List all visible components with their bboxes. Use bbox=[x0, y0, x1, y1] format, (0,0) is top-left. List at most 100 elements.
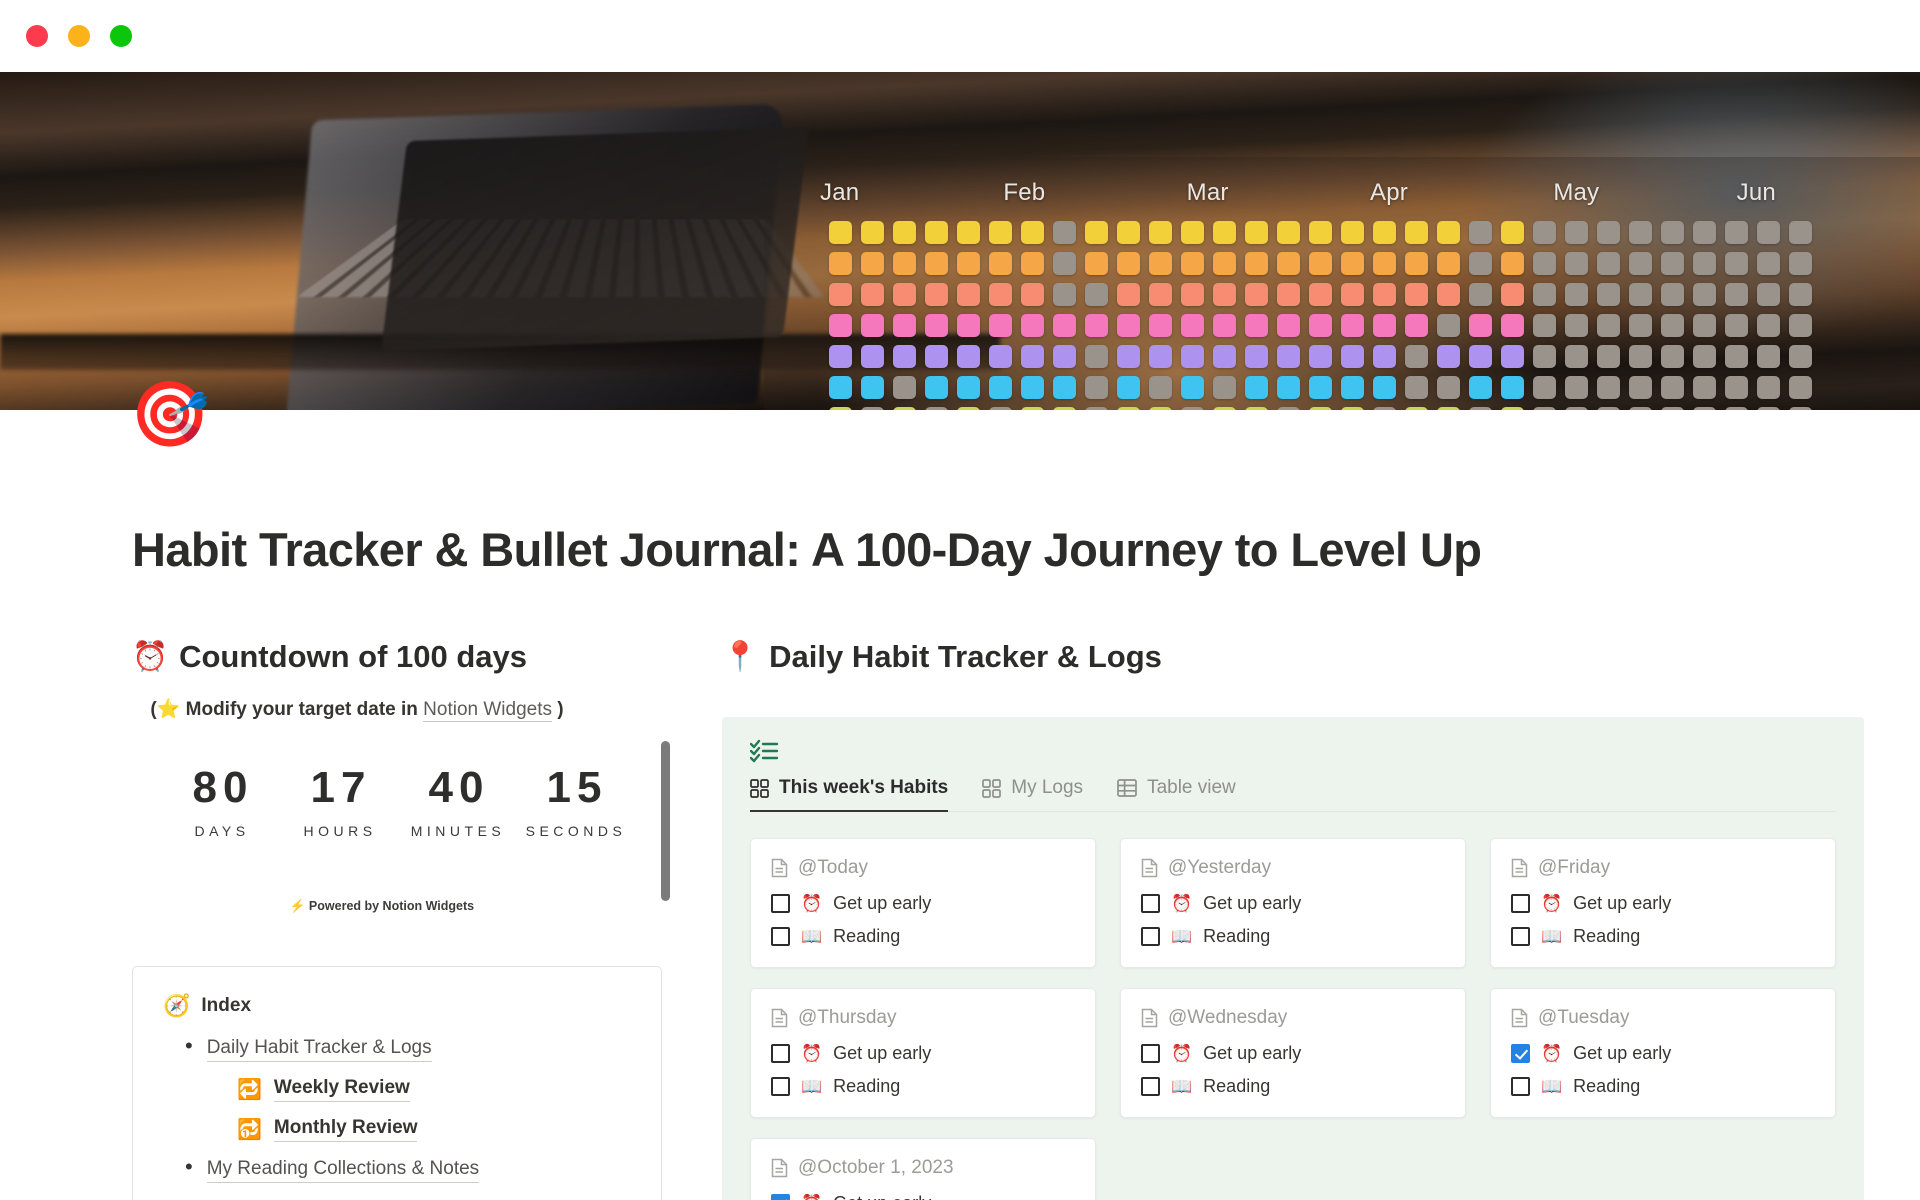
habit-grid-cell-empty[interactable] bbox=[1629, 314, 1652, 337]
habit-grid-cell-filled[interactable] bbox=[1341, 376, 1364, 399]
tab-table-view[interactable]: Table view bbox=[1117, 777, 1236, 811]
habit-grid-cell-empty[interactable] bbox=[1661, 376, 1684, 399]
habit-grid-cell-filled[interactable] bbox=[1341, 283, 1364, 306]
habit-grid-cell-filled[interactable] bbox=[1309, 252, 1332, 275]
habit-grid-cell-empty[interactable] bbox=[1661, 283, 1684, 306]
habit-grid-cell-empty[interactable] bbox=[1629, 376, 1652, 399]
habit-checkbox-wake[interactable] bbox=[771, 1044, 790, 1063]
habit-grid-cell-filled[interactable] bbox=[1085, 252, 1108, 275]
habit-grid-cell-filled[interactable] bbox=[1277, 314, 1300, 337]
habit-grid-cell-filled[interactable] bbox=[1501, 376, 1524, 399]
tab-this-week-s-habits[interactable]: This week's Habits bbox=[750, 777, 949, 812]
habit-grid-cell-filled[interactable] bbox=[1117, 407, 1140, 410]
tab-my-logs[interactable]: My Logs bbox=[982, 777, 1083, 811]
habit-grid-cell-filled[interactable] bbox=[1053, 314, 1076, 337]
habit-grid-cell-filled[interactable] bbox=[989, 283, 1012, 306]
habit-grid-cell-filled[interactable] bbox=[1149, 314, 1172, 337]
habit-grid-cell-filled[interactable] bbox=[1277, 376, 1300, 399]
habit-grid-cell-empty[interactable] bbox=[1597, 376, 1620, 399]
habit-grid-cell-empty[interactable] bbox=[1693, 283, 1716, 306]
maximize-window-button[interactable] bbox=[110, 25, 132, 47]
habit-grid-cell-empty[interactable] bbox=[1789, 345, 1812, 368]
habit-grid-cell-filled[interactable] bbox=[1341, 345, 1364, 368]
habit-grid-cell-filled[interactable] bbox=[1245, 345, 1268, 368]
habit-grid-cell-filled[interactable] bbox=[829, 407, 852, 410]
habit-grid-cell-empty[interactable] bbox=[1405, 345, 1428, 368]
habit-grid-cell-filled[interactable] bbox=[1245, 221, 1268, 244]
habit-grid-cell-filled[interactable] bbox=[1309, 221, 1332, 244]
habit-grid-cell-filled[interactable] bbox=[1245, 252, 1268, 275]
habit-grid-cell-empty[interactable] bbox=[1629, 345, 1652, 368]
habit-grid-cell-filled[interactable] bbox=[861, 283, 884, 306]
habit-grid-cell-filled[interactable] bbox=[1021, 221, 1044, 244]
habit-grid-cell-empty[interactable] bbox=[1469, 252, 1492, 275]
habit-grid-cell-empty[interactable] bbox=[1693, 345, 1716, 368]
habit-grid-cell-filled[interactable] bbox=[1437, 407, 1460, 410]
index-item-label[interactable]: My Reading Collections & Notes bbox=[206, 1158, 480, 1183]
habit-grid-cell-empty[interactable] bbox=[1533, 314, 1556, 337]
habit-grid-cell-filled[interactable] bbox=[861, 376, 884, 399]
habit-grid-cell-filled[interactable] bbox=[861, 345, 884, 368]
habit-grid-cell-filled[interactable] bbox=[1501, 252, 1524, 275]
habit-card[interactable]: @Tuesday ⏰ Get up early 📖 Reading bbox=[1490, 988, 1836, 1118]
habit-grid-cell-filled[interactable] bbox=[1501, 407, 1524, 410]
habit-grid-cell-filled[interactable] bbox=[1245, 376, 1268, 399]
habit-grid-cell-filled[interactable] bbox=[861, 252, 884, 275]
habit-grid-cell-empty[interactable] bbox=[1661, 407, 1684, 410]
habit-grid-cell-empty[interactable] bbox=[1661, 221, 1684, 244]
habit-grid-cell-filled[interactable] bbox=[1021, 407, 1044, 410]
habit-grid-cell-filled[interactable] bbox=[1373, 252, 1396, 275]
habit-grid-cell-filled[interactable] bbox=[1181, 314, 1204, 337]
index-bullet-item[interactable]: My Reading Collections & Notes bbox=[185, 1154, 631, 1183]
habit-grid-cell-empty[interactable] bbox=[1533, 345, 1556, 368]
habit-grid-cell-empty[interactable] bbox=[1533, 221, 1556, 244]
habit-grid-cell-filled[interactable] bbox=[1405, 314, 1428, 337]
habit-grid-cell-filled[interactable] bbox=[1405, 407, 1428, 410]
habit-grid-cell-empty[interactable] bbox=[1565, 252, 1588, 275]
habit-checkbox-read[interactable] bbox=[1511, 1077, 1530, 1096]
notion-widgets-link[interactable]: Notion Widgets bbox=[423, 699, 553, 722]
habit-grid-cell-empty[interactable] bbox=[1757, 314, 1780, 337]
habit-grid-cell-filled[interactable] bbox=[1181, 283, 1204, 306]
habit-grid-cell-filled[interactable] bbox=[1149, 407, 1172, 410]
habit-grid-cell-filled[interactable] bbox=[893, 407, 916, 410]
habit-grid-cell-filled[interactable] bbox=[1213, 345, 1236, 368]
habit-grid-cell-empty[interactable] bbox=[1565, 345, 1588, 368]
habit-grid-cell-filled[interactable] bbox=[1117, 345, 1140, 368]
habit-grid-cell-empty[interactable] bbox=[1085, 407, 1108, 410]
habit-grid-cell-filled[interactable] bbox=[1437, 221, 1460, 244]
habit-grid-cell-filled[interactable] bbox=[1181, 221, 1204, 244]
habit-grid-cell-filled[interactable] bbox=[989, 252, 1012, 275]
habit-grid-cell-filled[interactable] bbox=[1469, 314, 1492, 337]
habit-grid-cell-empty[interactable] bbox=[1469, 221, 1492, 244]
habit-grid-cell-empty[interactable] bbox=[1565, 314, 1588, 337]
habit-grid-cell-filled[interactable] bbox=[957, 252, 980, 275]
habit-grid-cell-filled[interactable] bbox=[1437, 283, 1460, 306]
index-sub-item[interactable]: 🔂 Monthly Review bbox=[237, 1117, 631, 1142]
habit-grid-cell-filled[interactable] bbox=[1501, 314, 1524, 337]
habit-grid-cell-filled[interactable] bbox=[1341, 252, 1364, 275]
habit-grid-cell-empty[interactable] bbox=[1789, 376, 1812, 399]
close-window-button[interactable] bbox=[26, 25, 48, 47]
habit-checkbox-wake[interactable] bbox=[1511, 1044, 1530, 1063]
habit-card[interactable]: @Today ⏰ Get up early 📖 Reading bbox=[750, 838, 1096, 968]
habit-grid-cell-filled[interactable] bbox=[925, 283, 948, 306]
habit-grid-cell-filled[interactable] bbox=[861, 314, 884, 337]
habit-grid-cell-empty[interactable] bbox=[1565, 407, 1588, 410]
minimize-window-button[interactable] bbox=[68, 25, 90, 47]
habit-grid-cell-filled[interactable] bbox=[1245, 407, 1268, 410]
habit-grid-cell-filled[interactable] bbox=[1437, 252, 1460, 275]
habit-grid-cell-filled[interactable] bbox=[957, 314, 980, 337]
habit-grid-cell-filled[interactable] bbox=[1213, 314, 1236, 337]
habit-grid-cell-filled[interactable] bbox=[1117, 314, 1140, 337]
habit-grid-cell-filled[interactable] bbox=[1405, 252, 1428, 275]
habit-grid-cell-empty[interactable] bbox=[1277, 407, 1300, 410]
habit-grid-cell-filled[interactable] bbox=[1309, 376, 1332, 399]
habit-grid-cell-empty[interactable] bbox=[1661, 345, 1684, 368]
habit-grid-cell-empty[interactable] bbox=[1757, 345, 1780, 368]
habit-grid-cell-empty[interactable] bbox=[1629, 252, 1652, 275]
habit-checkbox-wake[interactable] bbox=[771, 894, 790, 913]
habit-grid-cell-filled[interactable] bbox=[893, 252, 916, 275]
habit-card[interactable]: @October 1, 2023⏰Get up early📖Reading bbox=[750, 1138, 1096, 1200]
habit-grid-cell-filled[interactable] bbox=[957, 407, 980, 410]
